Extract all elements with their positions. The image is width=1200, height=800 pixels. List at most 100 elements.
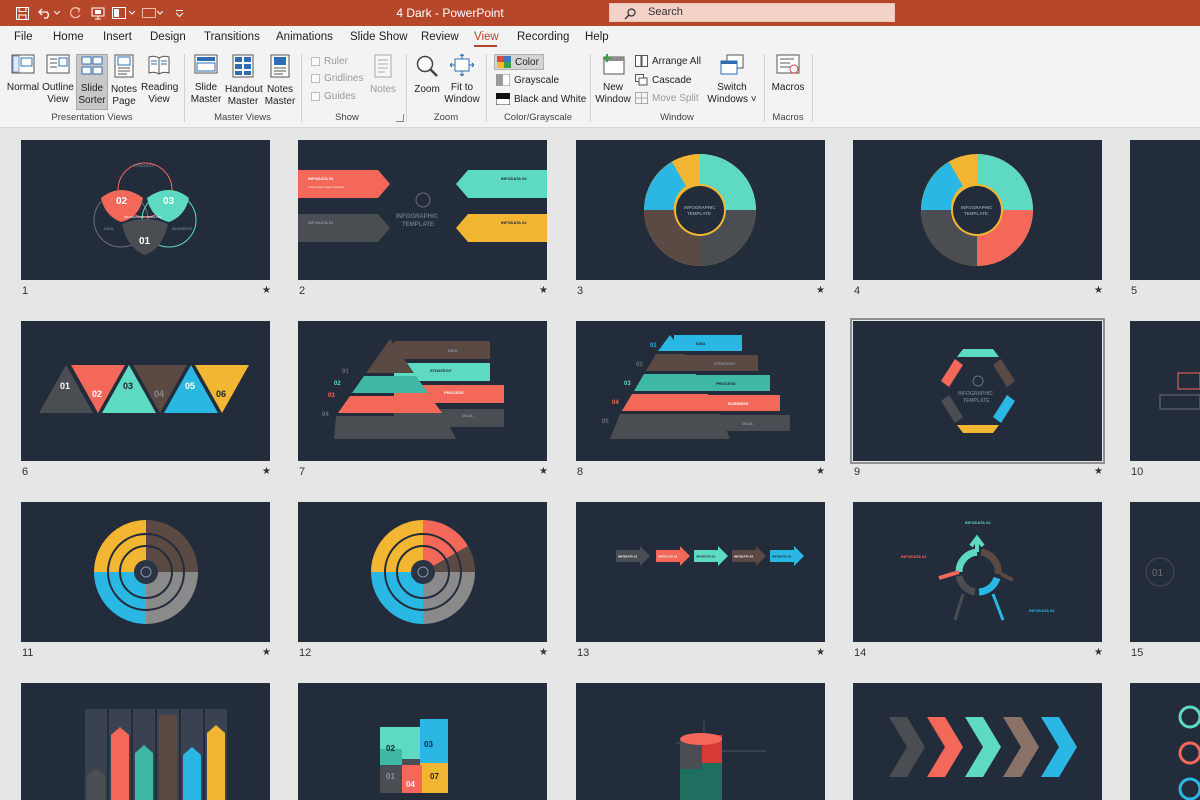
tab-review[interactable]: Review [421,31,459,43]
switch-windows-button[interactable]: Switch Windows ˅ [706,54,758,106]
slide2-title-2: TEMPLATE [402,222,434,228]
triangle-label-02: 02 [92,389,102,399]
notes-master-button[interactable]: Notes Master [263,54,297,108]
slide-thumbnail-8[interactable]: IDEA STRATEGY PROCESS BUSINESS GOAL 01 0… [576,321,825,461]
slide-thumbnail-2[interactable]: INFOGRAPHIC TEMPLATE INFODATA 02 INFODAT… [298,140,547,280]
color-button[interactable]: Color [494,54,544,70]
slide4-center-1: INFOGRAPHIC [961,205,993,210]
slide-master-label-1: Slide [194,82,218,93]
black-and-white-label: Black and White [514,93,587,105]
notes-page-button[interactable]: Notes Page [109,54,139,108]
venn-label-03: 03 [163,196,175,207]
gridlines-checkbox[interactable]: Gridlines [311,73,363,84]
zoom-button[interactable]: Zoom [410,54,444,96]
animation-star-icon: ★ [539,647,548,658]
slide-thumbnail-10[interactable] [1130,321,1200,461]
pyramid8-goal-label: GOAL [742,421,754,426]
slide-sorter-button[interactable]: Slide Sorter [76,54,108,110]
slide-thumbnail-14[interactable]: INFODATA 01 INFODATA 02 INFODATA 03 [853,502,1102,642]
reading-view-icon [148,55,170,75]
partial-slide-graphic [1159,372,1200,410]
checkbox-box [311,57,320,66]
notes-page-label-2: Page [112,96,136,107]
tab-view[interactable]: View [474,31,499,43]
slide-thumbnail-17[interactable]: 02 03 01 04 07 [298,683,547,800]
move-split-button[interactable]: Move Split [635,92,699,104]
tab-home[interactable]: Home [53,31,84,43]
slide-sorter-label-1: Slide [80,83,104,94]
slide-thumbnail-4[interactable]: INFOGRAPHIC TEMPLATE [853,140,1102,280]
tab-transitions[interactable]: Transitions [204,31,260,43]
new-window-icon [603,54,625,75]
arrow-label-3: INFODATA 03 [696,555,715,559]
arrow-row-infographic: INFODATA 01 INFODATA 02 INFODATA 03 INFO… [616,546,804,566]
animation-star-icon: ★ [262,285,271,296]
slide-number-3: 3 [577,285,584,297]
notes-button[interactable]: Notes [368,54,398,96]
outline-view-button[interactable]: Outline View [41,54,75,106]
fit-to-window-button[interactable]: Fit to Window [444,53,480,106]
slide-number-1: 1 [22,285,29,297]
tab-insert[interactable]: Insert [103,31,132,43]
reading-view-button[interactable]: Reading View [141,54,178,106]
tab-slide-show[interactable]: Slide Show [350,31,408,43]
guides-checkbox[interactable]: Guides [311,91,356,102]
slide-number-10: 10 [1131,466,1144,478]
tab-help[interactable]: Help [585,31,609,43]
slide-thumbnail-16[interactable] [21,683,270,800]
black-and-white-button[interactable]: Black and White [496,93,586,105]
pyramid8-business-label: BUSINESS [728,401,749,406]
tab-file[interactable]: File [14,31,33,43]
slide-thumbnail-15[interactable]: 01 [1130,502,1200,642]
macros-icon [776,54,800,74]
search-box[interactable]: Search [609,3,895,22]
slide-thumbnail-12[interactable] [298,502,547,642]
zoom-label: Zoom [414,84,440,95]
normal-view-button[interactable]: Normal [6,54,40,94]
pyramid-label-03: 03 [328,393,335,399]
partial-slide-graphic [1178,705,1200,800]
slide-master-button[interactable]: Slide Master [189,54,223,106]
outline-view-label-2: View [47,94,69,105]
slide-thumbnail-6[interactable]: 01 02 03 04 05 06 [21,321,270,461]
search-placeholder: Search [648,6,683,18]
arrange-all-button[interactable]: Arrange All [635,55,701,67]
slide-sorter-label-2: Sorter [78,95,106,106]
handout-master-button[interactable]: Handout Master [225,54,263,108]
fit-to-window-label-1: Fit to [450,82,474,93]
slide-thumbnail-13[interactable]: INFODATA 01 INFODATA 02 INFODATA 03 INFO… [576,502,825,642]
slide-thumbnail-9[interactable]: INFOGRAPHIC TEMPLATE [850,318,1105,464]
circle-infographic [371,520,475,624]
tab-recording[interactable]: Recording [517,31,569,43]
venn-strategy-label: STRATEGY [133,163,155,168]
show-dialog-launcher-icon[interactable] [396,114,404,122]
slide-thumbnail-11[interactable] [21,502,270,642]
slide-number-12: 12 [299,647,312,659]
grayscale-button[interactable]: Grayscale [496,74,559,86]
new-window-button[interactable]: New Window [594,54,632,106]
slide-number-14: 14 [854,647,867,659]
pyramid-label-01: 01 [342,369,349,375]
slide-thumbnail-20[interactable] [1130,683,1200,800]
slide-thumbnail-1[interactable]: 02 03 01 STRATEGY IDEA BUSINESS INFOGRAP… [21,140,270,280]
pyramid8-label-04: 04 [612,400,619,406]
slide-thumbnail-5[interactable] [1130,140,1200,280]
grayscale-icon [496,74,510,86]
slide-thumbnail-3[interactable]: INFOGRAPHIC TEMPLATE [576,140,825,280]
tab-design[interactable]: Design [150,31,186,43]
slide-thumbnail-19[interactable] [853,683,1102,800]
slide15-label-01: 01 [1152,568,1164,579]
cylinder-graphic [676,719,766,800]
tab-animations[interactable]: Animations [276,31,333,43]
notes-label: Notes [369,84,397,95]
slide-thumbnail-7[interactable]: IDEA STRATEGY PROCESS GOAL 01 02 03 04 [298,321,547,461]
cascade-button[interactable]: Cascade [635,74,691,86]
slide-thumbnail-18[interactable] [576,683,825,800]
arrow-infographic: INFOGRAPHIC TEMPLATE INFODATA 02 INFODAT… [298,170,547,242]
ruler-checkbox[interactable]: Ruler [311,56,348,67]
macros-button[interactable]: Macros [768,54,808,94]
slide9-center-1: INFOGRAPHIC [958,391,993,397]
grayscale-label: Grayscale [514,74,560,86]
slide-number-7: 7 [299,466,306,478]
animation-star-icon: ★ [816,647,825,658]
